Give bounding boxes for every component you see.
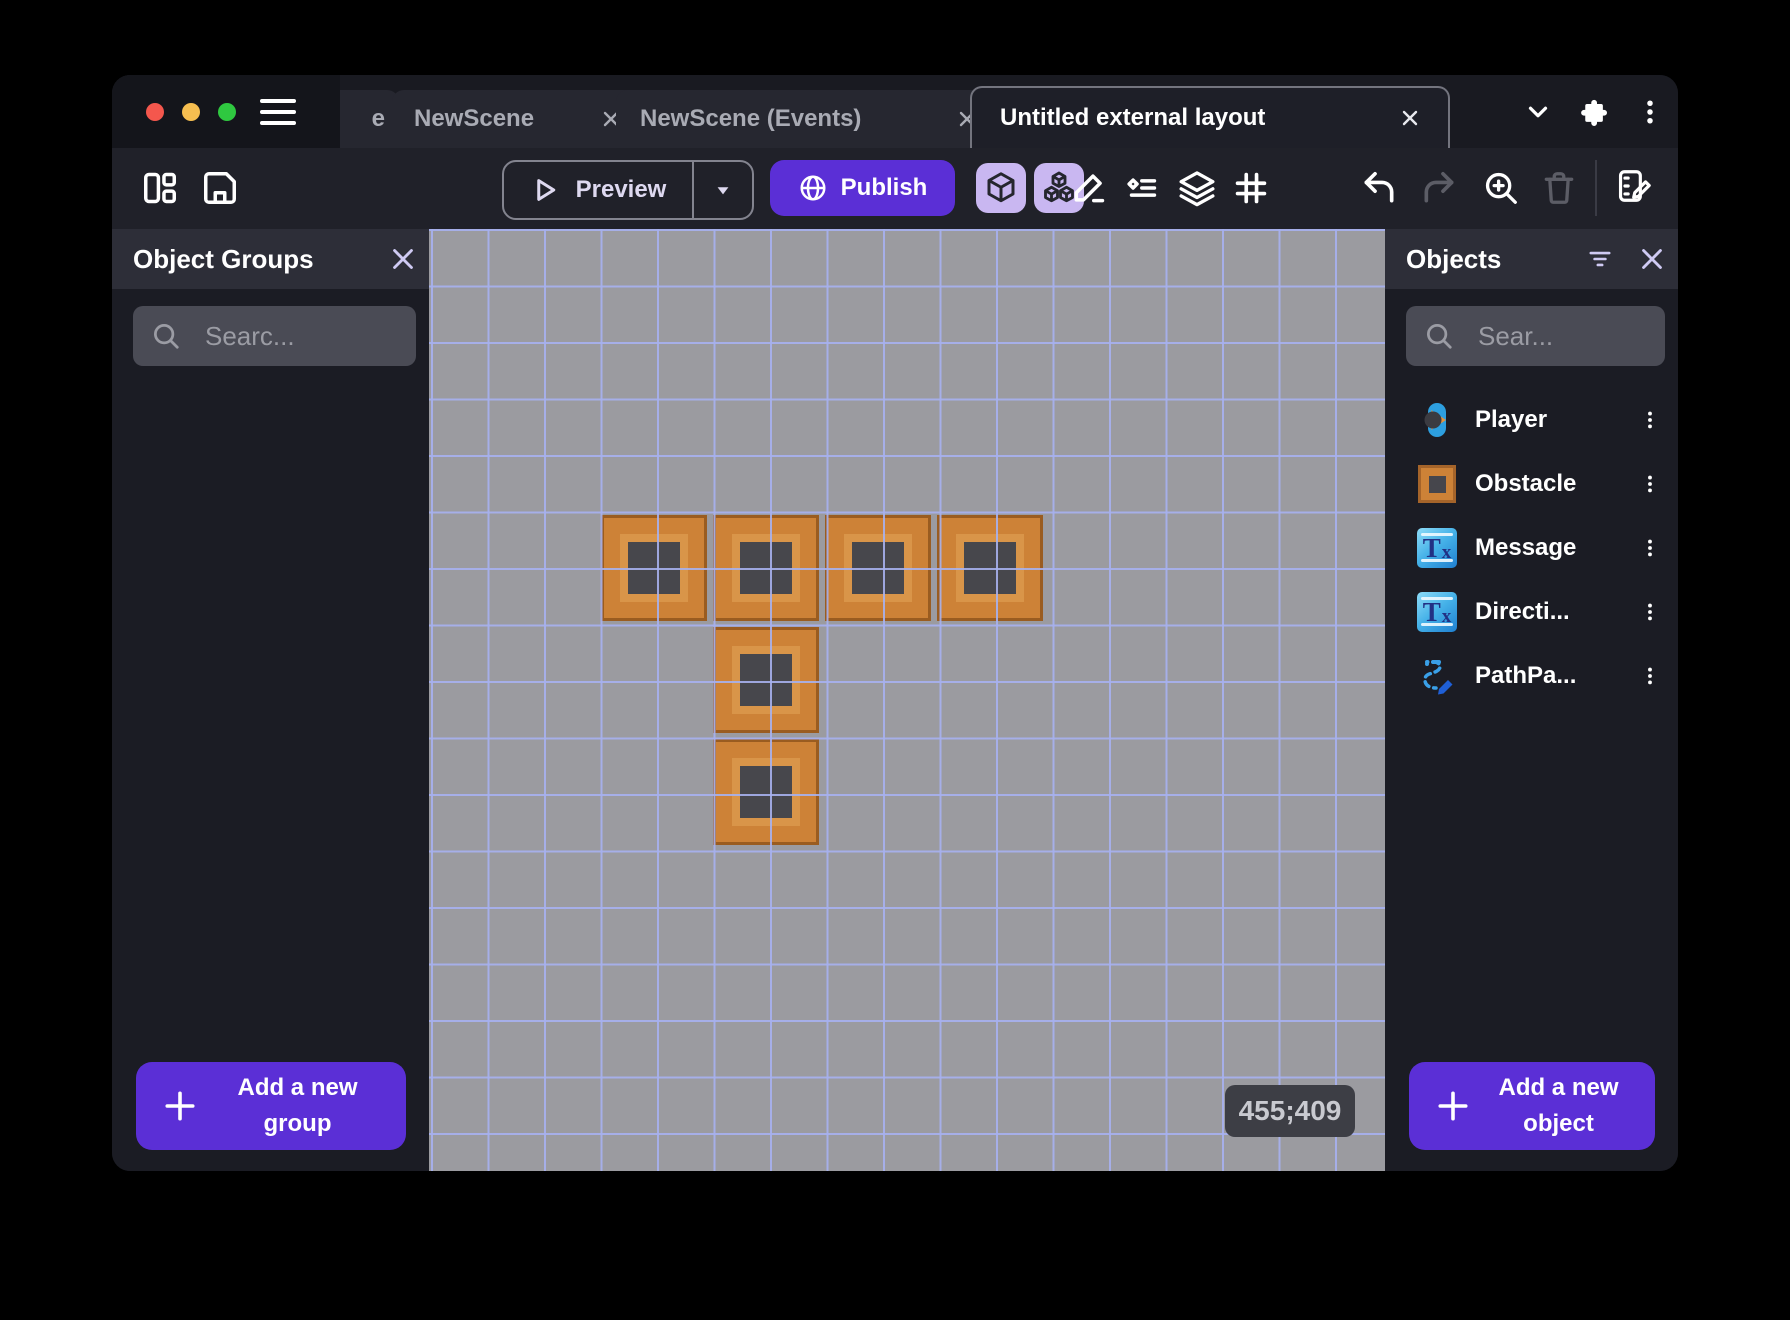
- instructions-list-icon[interactable]: [1121, 169, 1161, 207]
- add-group-button[interactable]: Add a new group: [136, 1062, 406, 1150]
- redo-icon[interactable]: [1419, 169, 1459, 207]
- close-panel-icon[interactable]: [1626, 233, 1678, 285]
- object-row-pathpaint[interactable]: PathPa...: [1385, 644, 1678, 708]
- filter-icon[interactable]: [1574, 233, 1626, 285]
- edit-pencil-icon[interactable]: [1069, 169, 1109, 207]
- object-groups-search[interactable]: [133, 306, 416, 366]
- tab-newscene-events[interactable]: NewScene (Events): [616, 90, 1003, 148]
- tile-layer: [429, 229, 1385, 1171]
- object-kebab-icon[interactable]: [1628, 654, 1672, 698]
- toggle-project-panel-icon[interactable]: [140, 169, 180, 207]
- publish-button[interactable]: Publish: [770, 160, 955, 216]
- object-name: Player: [1475, 406, 1628, 434]
- layers-icon[interactable]: [1177, 169, 1217, 207]
- play-icon: [530, 175, 560, 205]
- objects-panel: Objects: [1385, 229, 1678, 1171]
- preview-button[interactable]: Preview: [502, 160, 754, 220]
- tab-newscene-label: NewScene: [414, 105, 534, 133]
- edit-scene-notes-icon[interactable]: [1612, 167, 1656, 205]
- minimize-window-button[interactable]: [182, 103, 200, 121]
- app-window: e NewScene NewScene (Events) Untitled ex…: [112, 75, 1678, 1171]
- chevron-down-icon[interactable]: [1510, 84, 1566, 140]
- zoom-in-icon[interactable]: [1481, 169, 1521, 207]
- object-name: Directi...: [1475, 598, 1628, 626]
- maximize-window-button[interactable]: [218, 103, 236, 121]
- object-row-player[interactable]: Player: [1385, 388, 1678, 452]
- add-object-button[interactable]: Add a new object: [1409, 1062, 1655, 1150]
- object-row-direction[interactable]: Tx Directi...: [1385, 580, 1678, 644]
- preview-label: Preview: [576, 176, 667, 204]
- text-object-icon: Tx: [1415, 590, 1459, 634]
- plus-icon: [1415, 1088, 1491, 1124]
- publish-label: Publish: [841, 174, 928, 202]
- object-groups-empty-body: [112, 366, 429, 1062]
- objects-list: Player Obstacle: [1385, 388, 1678, 708]
- text-object-icon: Tx: [1415, 526, 1459, 570]
- extensions-puzzle-icon[interactable]: [1566, 84, 1622, 140]
- object-name: PathPa...: [1475, 662, 1628, 690]
- add-group-line1: Add a new: [237, 1074, 357, 1101]
- tab-partial-label: e: [372, 105, 385, 133]
- objects-search-input[interactable]: [1476, 320, 1647, 353]
- obstacle-icon: [1415, 462, 1459, 506]
- object-name: Obstacle: [1475, 470, 1628, 498]
- edit-objects-mode-icon[interactable]: [976, 163, 1026, 213]
- scene-canvas[interactable]: 455;409: [429, 229, 1385, 1171]
- toolbar: Preview Publish: [112, 148, 1678, 229]
- preview-main[interactable]: Preview: [504, 162, 692, 218]
- toolbar-divider: [1595, 160, 1597, 216]
- object-kebab-icon[interactable]: [1628, 398, 1672, 442]
- object-kebab-icon[interactable]: [1628, 462, 1672, 506]
- search-icon: [151, 321, 181, 351]
- object-groups-search-input[interactable]: [203, 320, 398, 353]
- globe-icon: [798, 173, 828, 203]
- obstacle-instance[interactable]: [937, 515, 1043, 621]
- object-row-obstacle[interactable]: Obstacle: [1385, 452, 1678, 516]
- objects-empty-body: [1385, 708, 1678, 1062]
- close-panel-icon[interactable]: [377, 233, 429, 285]
- obstacle-instance[interactable]: [713, 515, 819, 621]
- add-object-line1: Add a new: [1498, 1074, 1618, 1101]
- objects-header: Objects: [1385, 229, 1678, 289]
- tab-untitled-external-layout-label: Untitled external layout: [1000, 104, 1265, 132]
- cursor-coordinates-badge: 455;409: [1225, 1085, 1355, 1137]
- object-kebab-icon[interactable]: [1628, 590, 1672, 634]
- obstacle-instance[interactable]: [601, 515, 707, 621]
- main-menu-icon[interactable]: [260, 92, 300, 132]
- object-groups-title: Object Groups: [133, 244, 377, 275]
- player-icon: [1415, 398, 1459, 442]
- close-window-button[interactable]: [146, 103, 164, 121]
- objects-search[interactable]: [1406, 306, 1665, 366]
- object-name: Message: [1475, 534, 1628, 562]
- search-icon: [1424, 321, 1454, 351]
- titlebar-right-icons: [1510, 75, 1678, 148]
- grid-icon[interactable]: [1231, 169, 1271, 207]
- tab-close-icon[interactable]: [1390, 98, 1430, 138]
- object-row-message[interactable]: Tx Message: [1385, 516, 1678, 580]
- traffic-lights: [146, 103, 236, 121]
- save-icon[interactable]: [200, 169, 240, 207]
- obstacle-instance[interactable]: [713, 627, 819, 733]
- plus-icon: [142, 1088, 218, 1124]
- objects-title: Objects: [1406, 244, 1574, 275]
- screenshot-stage: e NewScene NewScene (Events) Untitled ex…: [0, 0, 1790, 1320]
- tab-newscene[interactable]: NewScene: [392, 90, 647, 148]
- delete-trash-icon[interactable]: [1539, 169, 1579, 207]
- object-groups-panel: Object Groups Add a new grou: [112, 229, 429, 1171]
- obstacle-instance[interactable]: [713, 739, 819, 845]
- more-options-kebab-icon[interactable]: [1622, 84, 1678, 140]
- add-group-line2: group: [264, 1110, 332, 1137]
- path-paint-icon: [1415, 654, 1459, 698]
- tab-newscene-events-label: NewScene (Events): [640, 105, 861, 133]
- titlebar: e NewScene NewScene (Events) Untitled ex…: [112, 75, 1678, 148]
- window-controls-zone: [112, 75, 340, 148]
- main-area: Object Groups Add a new grou: [112, 229, 1678, 1171]
- object-kebab-icon[interactable]: [1628, 526, 1672, 570]
- add-object-line2: object: [1523, 1110, 1594, 1137]
- tab-untitled-external-layout[interactable]: Untitled external layout: [970, 86, 1450, 148]
- undo-icon[interactable]: [1359, 169, 1399, 207]
- obstacle-instance[interactable]: [825, 515, 931, 621]
- object-groups-header: Object Groups: [112, 229, 429, 289]
- preview-options-caret-icon[interactable]: [694, 162, 752, 218]
